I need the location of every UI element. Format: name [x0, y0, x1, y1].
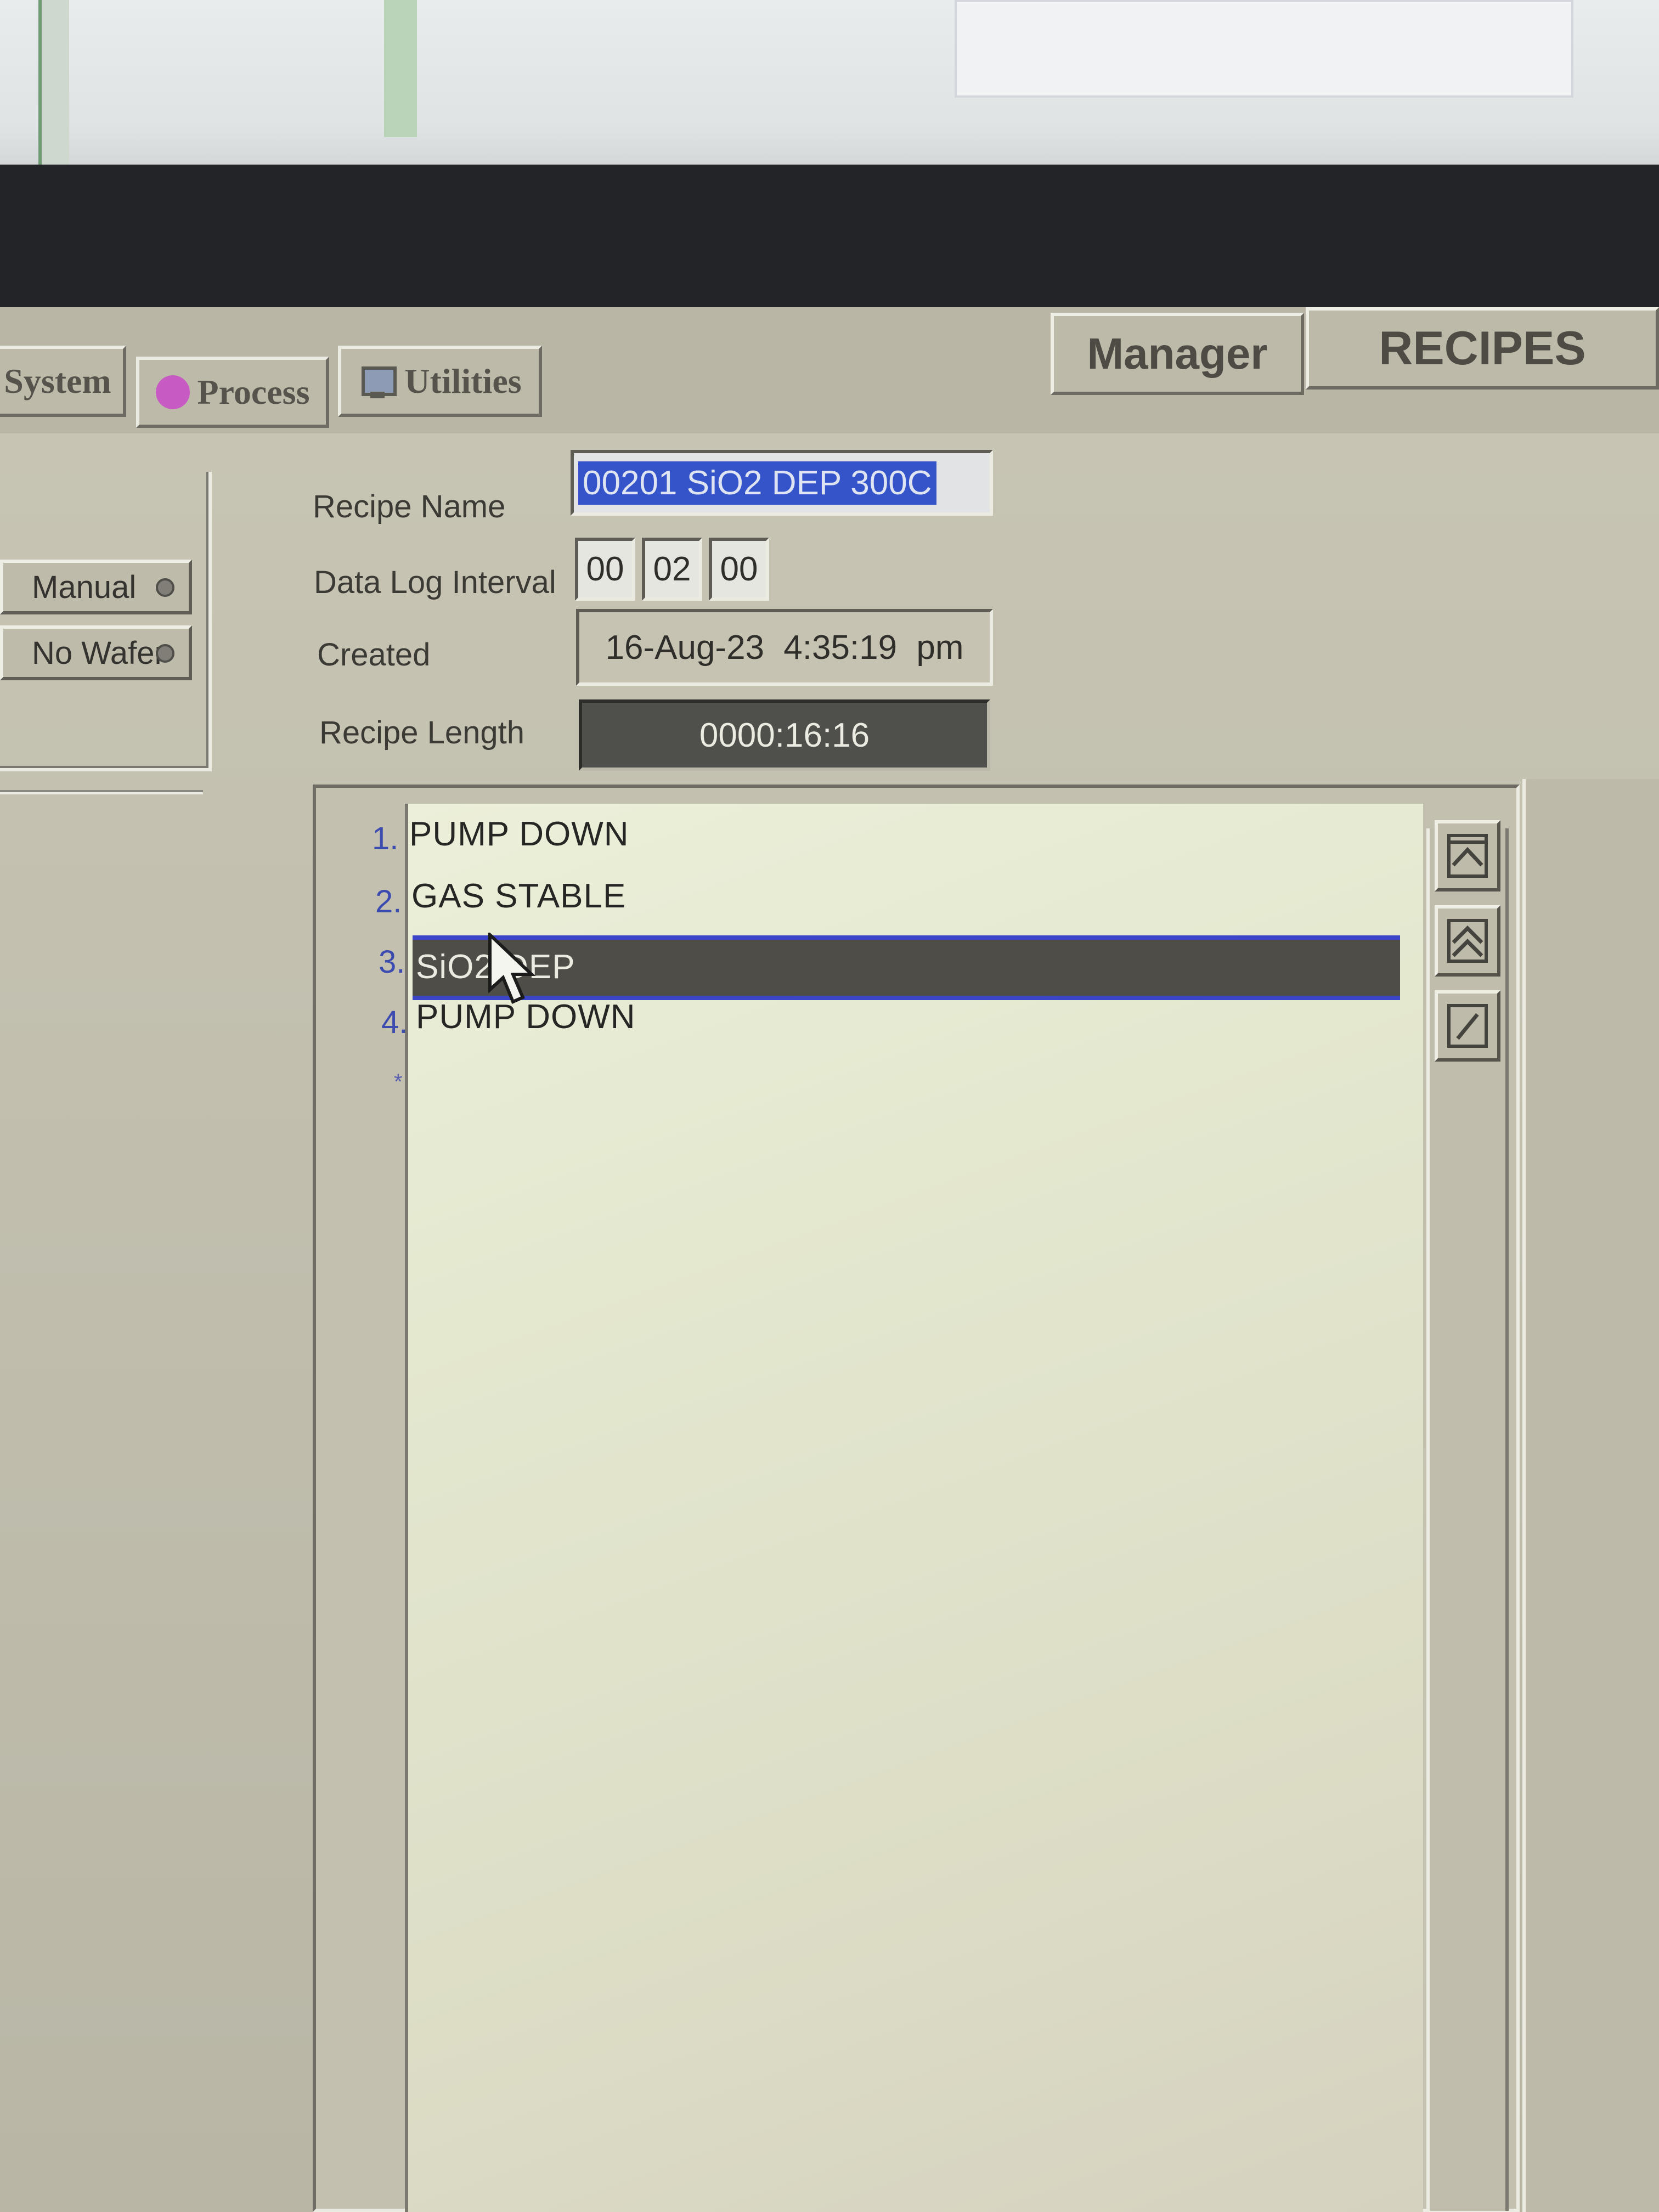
manual-indicator-icon — [156, 578, 174, 597]
data-log-interval-label: Data Log Interval — [314, 565, 556, 600]
created-field: 16-Aug-23 4:35:19 pm — [576, 609, 993, 686]
created-value: 16-Aug-23 4:35:19 pm — [605, 628, 964, 667]
created-label: Created — [317, 637, 431, 673]
right-panel — [1522, 779, 1659, 2212]
move-to-top-button[interactable] — [1435, 820, 1500, 891]
background-poster — [955, 0, 1573, 98]
no-wafer-button[interactable]: No Wafer — [0, 625, 192, 680]
section-title-box: RECIPES — [1306, 307, 1659, 390]
tab-utilities-label: Utilities — [404, 362, 522, 400]
log-interval-minutes-field[interactable]: 02 — [642, 538, 702, 601]
recipe-name-label: Recipe Name — [313, 489, 506, 524]
step-number: 3. — [379, 944, 405, 980]
tab-process-label: Process — [197, 373, 310, 411]
no-wafer-indicator-icon — [156, 644, 174, 663]
move-to-top-icon — [1447, 834, 1488, 878]
tab-system-label: System — [4, 362, 111, 400]
step-item-selected[interactable]: SiO2 DEP — [413, 935, 1400, 1000]
tab-bar: System Process Utilities Manager RECIPES — [0, 307, 1659, 433]
log-interval-seconds-field[interactable]: 00 — [709, 538, 769, 601]
room-background — [0, 0, 1659, 181]
manager-button[interactable]: Manager — [1051, 313, 1304, 395]
mouse-cursor-icon — [488, 933, 536, 1004]
recipe-length-label: Recipe Length — [319, 715, 525, 751]
step-number: 1. — [372, 821, 399, 856]
move-up-icon — [1447, 919, 1488, 963]
manager-label: Manager — [1087, 329, 1268, 378]
list-end-marker: * — [394, 1070, 403, 1094]
tab-utilities[interactable]: Utilities — [338, 346, 542, 417]
utilities-icon — [358, 362, 397, 400]
recipe-name-value: 00201 SiO2 DEP 300C — [578, 461, 936, 505]
screen: System Process Utilities Manager RECIPES… — [0, 307, 1659, 2212]
section-title: RECIPES — [1379, 321, 1586, 375]
process-icon — [155, 375, 190, 409]
mode-panel: Manual No Wafer — [0, 472, 212, 771]
divider — [0, 790, 203, 792]
background-pipe — [38, 0, 69, 165]
tab-system[interactable]: System — [0, 346, 126, 417]
tab-process[interactable]: Process — [136, 357, 329, 428]
background-window — [384, 0, 417, 137]
step-item[interactable]: PUMP DOWN — [409, 815, 629, 854]
edit-icon — [1447, 1004, 1488, 1048]
no-wafer-label: No Wafer — [32, 635, 165, 671]
manual-label: Manual — [32, 569, 137, 605]
move-up-button[interactable] — [1435, 905, 1500, 977]
step-item[interactable]: GAS STABLE — [411, 877, 626, 916]
recipe-length-field: 0000:16:16 — [579, 699, 990, 771]
recipe-length-value: 0000:16:16 — [699, 716, 870, 754]
step-number: 2. — [375, 884, 402, 919]
log-interval-hours-field[interactable]: 00 — [575, 538, 635, 601]
step-number: 4. — [381, 1005, 408, 1040]
manual-button[interactable]: Manual — [0, 560, 192, 614]
edit-step-button[interactable] — [1435, 990, 1500, 1062]
recipe-name-field[interactable]: 00201 SiO2 DEP 300C — [571, 450, 993, 516]
